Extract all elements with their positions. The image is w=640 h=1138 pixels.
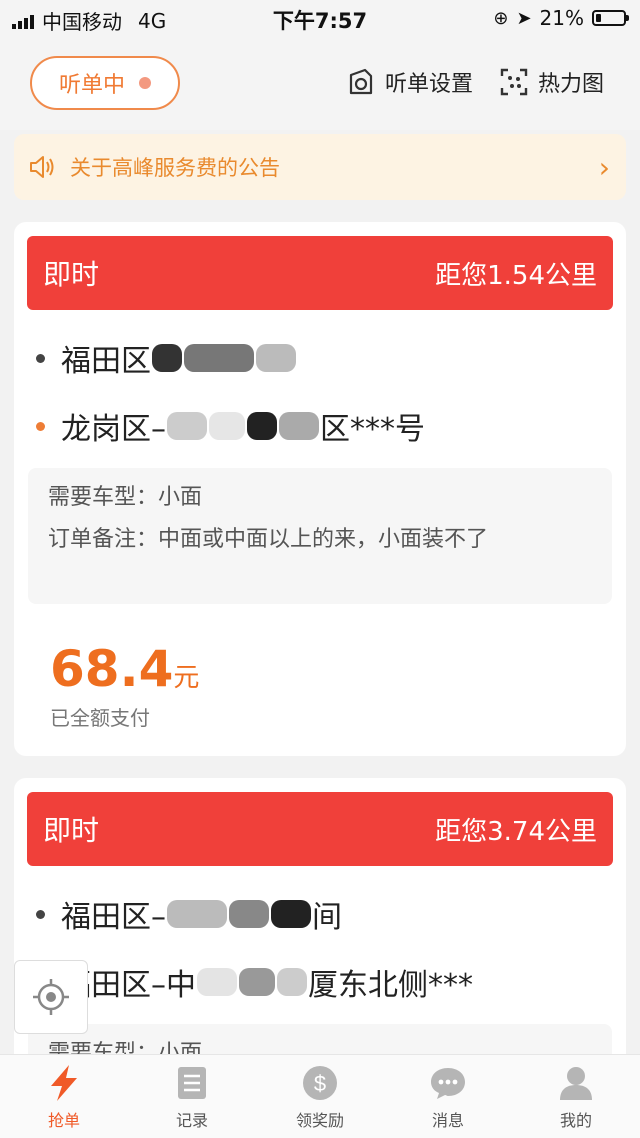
listening-status-dot (139, 77, 151, 89)
order-type: 即时 (43, 258, 100, 291)
price-amount: 68.4 (50, 640, 174, 698)
order-settings-label: 听单设置 (385, 72, 474, 97)
redacted-text (167, 900, 227, 928)
pickup-address-suffix: 间 (312, 900, 342, 935)
note-label: 订单备注： (48, 527, 159, 552)
redacted-text (197, 968, 237, 996)
listening-toggle-button[interactable]: 听单中 (30, 56, 180, 110)
person-icon (556, 1063, 596, 1103)
order-details: 需要车型：小面 (28, 1024, 612, 1054)
redacted-text (209, 412, 245, 440)
pickup-address: 福田区– 间 (36, 892, 342, 936)
pickup-address-text: 福田区 (61, 344, 151, 379)
order-card[interactable]: 即时 距您1.54公里 福田区 龙岗区– 区***号 需要车型：小面 订单备注：… (14, 222, 626, 756)
dropoff-address: 福田区–中 厦东北侧*** (36, 960, 473, 1004)
tab-grab-order[interactable]: 抢单 (0, 1055, 128, 1138)
announcement-text: 关于高峰服务费的公告 (70, 156, 280, 180)
pickup-address-prefix: 福田区– (61, 900, 166, 935)
tab-label: 消息 (431, 1110, 464, 1130)
redacted-text (256, 344, 296, 372)
dropoff-dot (36, 421, 45, 431)
note-value: 中面或中面以上的来，小面装不了 (158, 527, 489, 552)
chat-icon (428, 1063, 468, 1103)
order-card[interactable]: 即时 距您3.74公里 福田区– 间 福田区–中 厦东北侧*** 需要车型：小面 (14, 778, 626, 1054)
redacted-text (167, 412, 207, 440)
heatmap-button[interactable]: 热力图 (500, 66, 604, 98)
tab-rewards[interactable]: $ 领奖励 (256, 1055, 384, 1138)
bottom-tab-bar: 抢单 记录 $ 领奖励 消息 我的 (0, 1054, 640, 1138)
order-details: 需要车型：小面 订单备注：中面或中面以上的来，小面装不了 (28, 468, 612, 604)
crosshair-icon (33, 979, 69, 1015)
tab-label: 领奖励 (295, 1110, 344, 1130)
order-distance: 距您1.54公里 (435, 260, 597, 291)
dollar-icon: $ (300, 1063, 340, 1103)
redacted-text (247, 412, 277, 440)
order-header: 即时 距您1.54公里 (27, 236, 613, 310)
tab-messages[interactable]: 消息 (384, 1055, 512, 1138)
rotation-lock-icon: ⊕ (493, 7, 509, 29)
tab-label: 我的 (559, 1110, 592, 1130)
redacted-text (279, 412, 319, 440)
vehicle-label: 需要车型： (48, 485, 159, 510)
pickup-dot (36, 909, 45, 919)
battery-percent: 21% (539, 6, 584, 30)
top-bar: 听单中 听单设置 热力图 (0, 36, 640, 130)
list-icon (172, 1063, 212, 1103)
vehicle-value: 小面 (158, 1041, 203, 1054)
order-settings-button[interactable]: 听单设置 (345, 66, 473, 98)
vehicle-label: 需要车型： (48, 1041, 159, 1054)
svg-text:$: $ (314, 1071, 326, 1096)
listening-label: 听单中 (58, 73, 125, 98)
pickup-address: 福田区 (36, 336, 297, 380)
tab-label: 抢单 (47, 1110, 80, 1130)
chevron-right-icon: › (598, 150, 610, 184)
tab-profile[interactable]: 我的 (512, 1055, 640, 1138)
locate-me-button[interactable] (14, 960, 88, 1034)
dropoff-address-suffix: 厦东北侧*** (308, 968, 473, 1003)
dropoff-address-prefix: 龙岗区– (61, 412, 166, 447)
settings-camera-icon (349, 68, 373, 95)
speaker-icon (30, 156, 54, 178)
dropoff-address: 龙岗区– 区***号 (36, 404, 425, 448)
price-unit: 元 (173, 663, 200, 693)
heatmap-label: 热力图 (538, 72, 605, 97)
status-bar: 中国移动 4G 下午7:57 ⊕ ➤ 21% (0, 0, 640, 36)
announcement-banner[interactable]: 关于高峰服务费的公告 › (14, 134, 626, 200)
order-type: 即时 (43, 814, 100, 847)
bolt-icon (44, 1063, 84, 1103)
order-price: 68.4元 (50, 640, 199, 698)
redacted-text (271, 900, 311, 928)
redacted-text (277, 968, 307, 996)
redacted-text (229, 900, 269, 928)
pickup-dot (36, 353, 45, 363)
payment-status: 已全额支付 (50, 706, 150, 730)
order-distance: 距您3.74公里 (435, 816, 597, 847)
tab-records[interactable]: 记录 (128, 1055, 256, 1138)
redacted-text (184, 344, 254, 372)
redacted-text (152, 344, 182, 372)
order-header: 即时 距您3.74公里 (27, 792, 613, 866)
tab-label: 记录 (175, 1110, 208, 1130)
battery-icon (592, 10, 629, 26)
vehicle-value: 小面 (158, 485, 203, 510)
dropoff-address-suffix: 区***号 (320, 412, 425, 447)
heatmap-scan-icon (500, 68, 528, 96)
location-arrow-icon: ➤ (516, 7, 532, 29)
redacted-text (239, 968, 275, 996)
